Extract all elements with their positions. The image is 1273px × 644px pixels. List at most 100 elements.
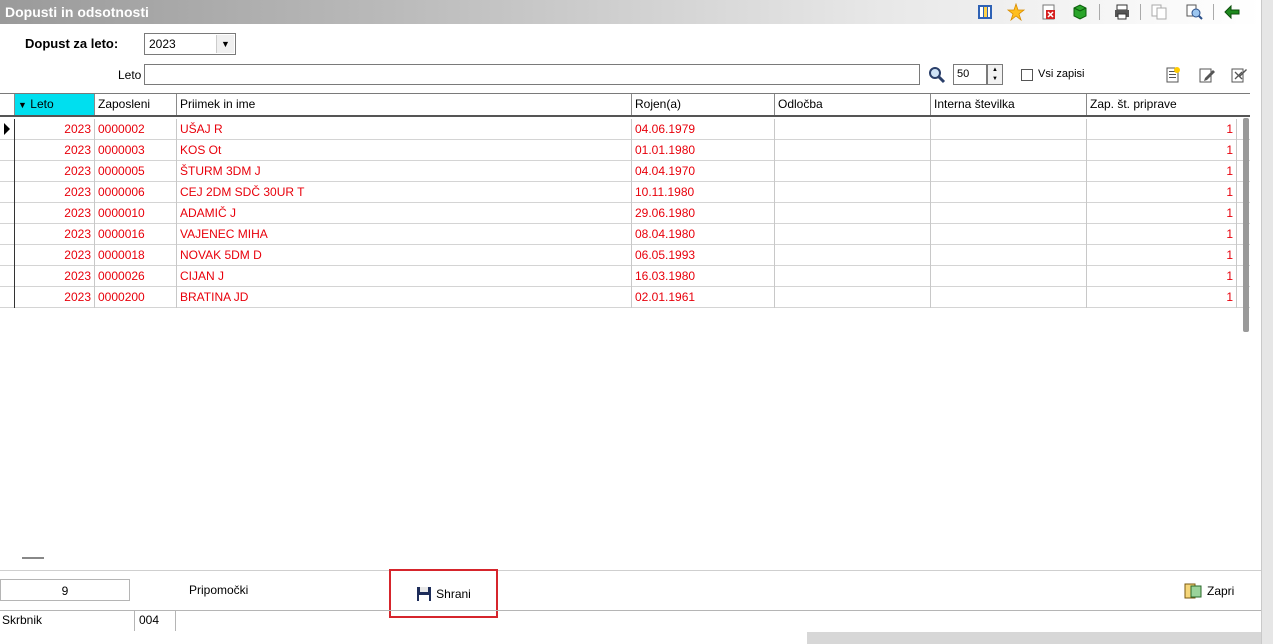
cell-zap[interactable]: 1 (1087, 140, 1237, 161)
cell-zaposleni[interactable]: 0000003 (95, 140, 177, 161)
vertical-scrollbar[interactable] (1243, 118, 1249, 332)
cell-zap[interactable]: 1 (1087, 182, 1237, 203)
cell-rojen[interactable]: 29.06.1980 (632, 203, 775, 224)
cell-interna[interactable] (931, 266, 1087, 287)
row-indicator[interactable] (0, 245, 15, 266)
row-indicator[interactable] (0, 161, 15, 182)
cell-ime[interactable]: ADAMIČ J (177, 203, 632, 224)
row-indicator[interactable] (0, 266, 15, 287)
columns-icon[interactable] (976, 3, 994, 21)
cell-rojen[interactable]: 01.01.1980 (632, 140, 775, 161)
cell-odlocba[interactable] (775, 245, 931, 266)
cell-zap[interactable]: 1 (1087, 161, 1237, 182)
cell-zaposleni[interactable]: 0000005 (95, 161, 177, 182)
cell-zap[interactable]: 1 (1087, 119, 1237, 140)
cell-leto[interactable]: 2023 (15, 182, 95, 203)
cell-zaposleni[interactable]: 0000002 (95, 119, 177, 140)
edit-record-icon[interactable] (1198, 66, 1216, 84)
row-indicator[interactable] (0, 182, 15, 203)
cell-leto[interactable]: 2023 (15, 140, 95, 161)
copy-icon[interactable] (1150, 3, 1168, 21)
cell-odlocba[interactable] (775, 287, 931, 308)
year-select[interactable]: 2023 ▼ (144, 33, 236, 55)
cell-rojen[interactable]: 04.06.1979 (632, 119, 775, 140)
column-header-leto[interactable]: ▼ Leto (15, 94, 95, 115)
row-indicator[interactable] (0, 140, 15, 161)
cell-odlocba[interactable] (775, 224, 931, 245)
leto-search-input[interactable] (144, 64, 920, 85)
table-row[interactable]: 2023 0000005 ŠTURM 3DM J 04.04.1970 1 (0, 161, 1250, 182)
cell-odlocba[interactable] (775, 182, 931, 203)
column-header-odlocba[interactable]: Odločba (775, 94, 931, 115)
cell-rojen[interactable]: 16.03.1980 (632, 266, 775, 287)
cell-interna[interactable] (931, 203, 1087, 224)
column-header-rojen[interactable]: Rojen(a) (632, 94, 775, 115)
chevron-down-icon[interactable]: ▼ (216, 35, 234, 53)
cell-leto[interactable]: 2023 (15, 245, 95, 266)
cell-ime[interactable]: BRATINA JD (177, 287, 632, 308)
horizontal-scrollbar[interactable] (22, 557, 44, 559)
cell-zaposleni[interactable]: 0000010 (95, 203, 177, 224)
edit-multi-icon[interactable] (1230, 66, 1248, 84)
search-icon[interactable] (928, 66, 946, 84)
all-records-checkbox[interactable] (1021, 69, 1033, 81)
cell-ime[interactable]: KOS Ot (177, 140, 632, 161)
cell-interna[interactable] (931, 224, 1087, 245)
cell-odlocba[interactable] (775, 140, 931, 161)
cell-rojen[interactable]: 10.11.1980 (632, 182, 775, 203)
cell-interna[interactable] (931, 161, 1087, 182)
cell-ime[interactable]: CEJ 2DM SDČ 30UR T (177, 182, 632, 203)
stepper-up-icon[interactable]: ▲ (988, 65, 1002, 75)
cell-interna[interactable] (931, 182, 1087, 203)
row-indicator[interactable] (0, 203, 15, 224)
table-row[interactable]: 2023 0000018 NOVAK 5DM D 06.05.1993 1 (0, 245, 1250, 266)
table-row[interactable]: 2023 0000003 KOS Ot 01.01.1980 1 (0, 140, 1250, 161)
cell-zaposleni[interactable]: 0000026 (95, 266, 177, 287)
cell-zaposleni[interactable]: 0000018 (95, 245, 177, 266)
stepper-down-icon[interactable]: ▼ (988, 75, 1002, 85)
table-row[interactable]: 2023 0000016 VAJENEC MIHA 08.04.1980 1 (0, 224, 1250, 245)
cell-odlocba[interactable] (775, 161, 931, 182)
cell-zaposleni[interactable]: 0000200 (95, 287, 177, 308)
row-indicator[interactable] (0, 287, 15, 308)
cell-interna[interactable] (931, 140, 1087, 161)
cell-odlocba[interactable] (775, 203, 931, 224)
cell-leto[interactable]: 2023 (15, 119, 95, 140)
cell-ime[interactable]: UŠAJ R (177, 119, 632, 140)
table-row[interactable]: 2023 0000002 UŠAJ R 04.06.1979 1 (0, 119, 1250, 140)
column-header-zap[interactable]: Zap. št. priprave (1087, 94, 1237, 115)
star-icon[interactable] (1007, 3, 1025, 21)
pripomocki-menu[interactable]: Pripomočki (189, 583, 248, 597)
cell-odlocba[interactable] (775, 266, 931, 287)
table-row[interactable]: 2023 0000200 BRATINA JD 02.01.1961 1 (0, 287, 1250, 308)
search-docs-icon[interactable] (1185, 3, 1203, 21)
cell-rojen[interactable]: 08.04.1980 (632, 224, 775, 245)
table-row[interactable]: 2023 0000026 CIJAN J 16.03.1980 1 (0, 266, 1250, 287)
cell-leto[interactable]: 2023 (15, 161, 95, 182)
cell-interna[interactable] (931, 287, 1087, 308)
cell-zap[interactable]: 1 (1087, 245, 1237, 266)
row-indicator[interactable] (0, 224, 15, 245)
cell-rojen[interactable]: 04.04.1970 (632, 161, 775, 182)
cell-interna[interactable] (931, 245, 1087, 266)
cell-zap[interactable]: 1 (1087, 224, 1237, 245)
close-button[interactable]: Zapri (1183, 580, 1247, 602)
column-header-zaposleni[interactable]: Zaposleni (95, 94, 177, 115)
cell-ime[interactable]: VAJENEC MIHA (177, 224, 632, 245)
new-record-icon[interactable] (1164, 66, 1182, 84)
cell-rojen[interactable]: 02.01.1961 (632, 287, 775, 308)
cell-odlocba[interactable] (775, 119, 931, 140)
delete-icon[interactable] (1040, 3, 1058, 21)
cell-zaposleni[interactable]: 0000006 (95, 182, 177, 203)
printer-icon[interactable] (1113, 3, 1131, 21)
row-indicator[interactable] (0, 119, 15, 140)
cell-leto[interactable]: 2023 (15, 287, 95, 308)
cell-leto[interactable]: 2023 (15, 203, 95, 224)
cube-icon[interactable] (1071, 3, 1089, 21)
column-header-priimek[interactable]: Priimek in ime (177, 94, 632, 115)
cell-interna[interactable] (931, 119, 1087, 140)
record-count-stepper[interactable]: ▲ ▼ (987, 64, 1003, 85)
cell-zap[interactable]: 1 (1087, 287, 1237, 308)
table-row[interactable]: 2023 0000006 CEJ 2DM SDČ 30UR T 10.11.1980 1 (0, 182, 1250, 203)
exit-icon[interactable] (1223, 3, 1241, 21)
